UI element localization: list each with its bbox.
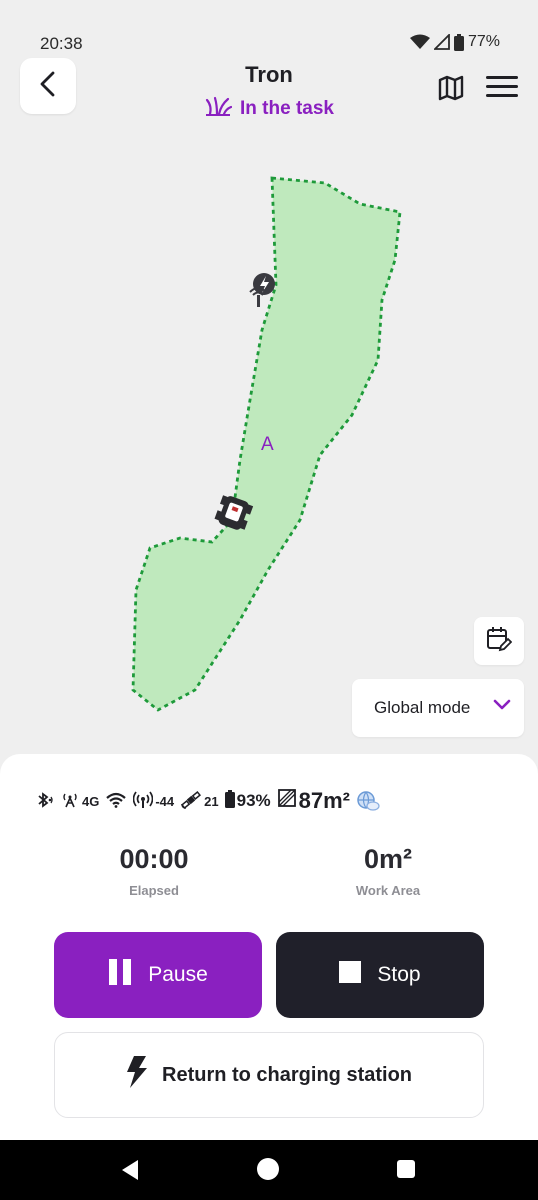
- task-status-label: In the task: [240, 97, 334, 119]
- lightning-icon: [126, 1056, 148, 1094]
- pause-button[interactable]: Pause: [54, 932, 262, 1018]
- map-view-button[interactable]: [436, 74, 466, 102]
- nav-back-icon[interactable]: [120, 1159, 140, 1186]
- return-to-charging-button[interactable]: Return to charging station: [54, 1032, 484, 1118]
- signal-value: -44: [155, 793, 175, 809]
- return-label: Return to charging station: [162, 1063, 412, 1086]
- bluetooth-stat: [36, 791, 54, 811]
- system-nav-bar: [0, 1140, 538, 1200]
- satellite-icon: [180, 790, 202, 813]
- network-type: 4G: [82, 793, 100, 809]
- device-stats-row: 4G -44 21 93% 87m²: [36, 788, 380, 814]
- status-icons: 77%: [409, 33, 500, 51]
- elapsed-label: Elapsed: [129, 883, 179, 898]
- battery-percent: 77%: [467, 33, 500, 50]
- pause-icon: [108, 959, 132, 991]
- work-area-metric: 0m² Work Area: [320, 844, 456, 898]
- work-area-label: Work Area: [355, 883, 421, 898]
- zone-label: A: [261, 434, 274, 455]
- mower-grass-icon: [204, 96, 233, 121]
- menu-button[interactable]: [485, 74, 519, 100]
- wifi-stat: [105, 792, 127, 811]
- signal-stat: -44: [132, 791, 175, 812]
- wifi-icon: [409, 34, 430, 50]
- bluetooth-icon: [36, 791, 54, 811]
- nav-recents-icon[interactable]: [397, 1160, 415, 1178]
- area-icon: [277, 788, 297, 814]
- battery-level: 93%: [236, 791, 271, 810]
- globe-cloud-icon: [356, 790, 380, 812]
- mode-select[interactable]: Global mode: [352, 679, 524, 737]
- area-stat: 87m²: [277, 788, 350, 814]
- wifi-icon: [105, 792, 127, 811]
- signal-strength-icon: [132, 791, 154, 812]
- area-value: 87m²: [298, 788, 350, 813]
- stop-button[interactable]: Stop: [276, 932, 484, 1018]
- satellite-stat: 21: [180, 790, 219, 813]
- status-time: 20:38: [40, 34, 83, 53]
- battery-icon: [453, 33, 464, 51]
- satellite-count: 21: [204, 793, 219, 809]
- cellular-stat: 4G: [60, 792, 99, 811]
- stop-label: Stop: [377, 963, 421, 986]
- cell-signal-icon: [433, 34, 450, 50]
- work-area-value: 0m²: [363, 844, 412, 874]
- map-icon: [436, 75, 466, 106]
- stop-icon: [339, 961, 362, 989]
- calendar-edit-icon: [486, 626, 513, 657]
- mode-select-value: Global mode: [374, 698, 471, 717]
- chevron-down-icon: [492, 698, 512, 717]
- battery-stat: 93%: [224, 789, 271, 813]
- antenna-icon: [60, 792, 80, 811]
- elapsed-value: 00:00: [119, 844, 189, 874]
- control-panel: 4G -44 21 93% 87m² 00:00 Elapsed 0m² Wor…: [0, 754, 538, 1140]
- nav-home-icon[interactable]: [257, 1158, 279, 1180]
- schedule-edit-button[interactable]: [474, 617, 524, 665]
- status-bar: 20:38 77%: [0, 0, 538, 58]
- pause-label: Pause: [148, 963, 208, 986]
- battery-icon: [224, 789, 235, 813]
- hamburger-icon: [485, 76, 519, 104]
- elapsed-metric: 00:00 Elapsed: [86, 844, 222, 898]
